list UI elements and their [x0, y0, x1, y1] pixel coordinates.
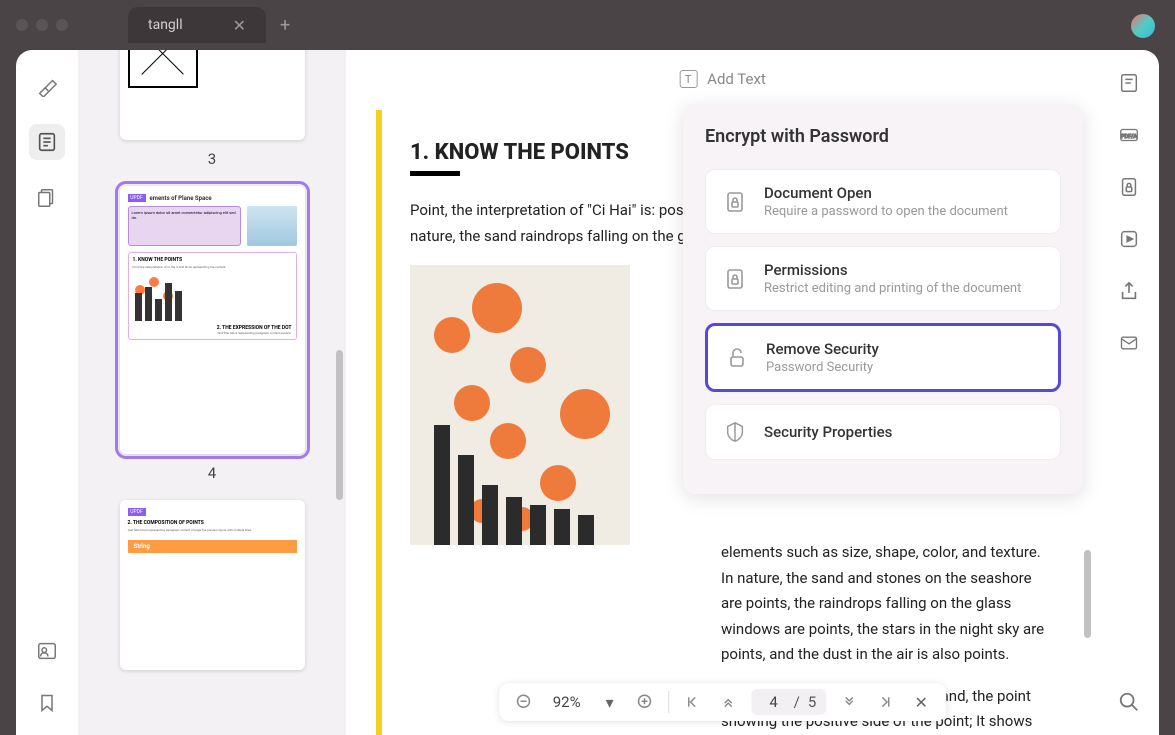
thumbnail-page-3[interactable]: Lorem ipsum dolor sit amet text block fi… [120, 50, 305, 140]
unlock-icon [724, 345, 750, 371]
document-tab[interactable]: tangll ✕ [128, 7, 266, 43]
ocr-icon[interactable] [1114, 68, 1144, 98]
option-title: Remove Security [766, 340, 1042, 358]
page-separator: / [794, 693, 800, 711]
thumbnails-tool[interactable] [29, 124, 65, 160]
first-page-button[interactable] [680, 689, 706, 715]
add-tab-button[interactable]: + [280, 15, 290, 36]
contact-tool[interactable] [29, 633, 65, 669]
svg-text:PDF/A: PDF/A [1121, 134, 1137, 140]
document-paragraph: elements such as size, shape, color, and… [721, 540, 1051, 668]
page-indicator: / 5 [752, 689, 827, 715]
lock-page-icon [722, 189, 748, 215]
zoom-dropdown[interactable]: ▾ [597, 689, 623, 715]
option-title: Permissions [764, 261, 1044, 279]
left-toolbar [16, 50, 78, 735]
permissions-option[interactable]: Permissions Restrict editing and printin… [705, 246, 1061, 311]
close-tab-icon[interactable]: ✕ [233, 16, 246, 35]
bookmark-tool[interactable] [29, 685, 65, 721]
mail-icon[interactable] [1114, 328, 1144, 358]
titlebar: tangll ✕ + [0, 0, 1175, 50]
highlighter-tool[interactable] [29, 68, 65, 104]
option-subtitle: Require a password to open the document [764, 204, 1044, 219]
search-icon[interactable] [1114, 687, 1144, 717]
pdfa-icon[interactable]: PDF/A [1114, 120, 1144, 150]
close-zoombar-button[interactable]: ✕ [908, 689, 934, 715]
thumbnail-number: 4 [208, 464, 216, 482]
user-avatar[interactable] [1131, 14, 1155, 38]
thumbnail-item[interactable]: Lorem ipsum dolor sit amet text block fi… [98, 50, 326, 168]
text-tool-icon[interactable]: T [679, 70, 697, 88]
tab-bar: tangll ✕ + [128, 7, 290, 43]
right-toolbar: PDF/A [1099, 50, 1159, 735]
close-window[interactable] [16, 19, 28, 31]
zoom-toolbar: 92% ▾ / 5 ✕ [499, 683, 947, 721]
encrypt-panel: Encrypt with Password Document Open Requ… [683, 104, 1083, 494]
page-input[interactable] [762, 693, 786, 711]
annotation-toolbar: T Add Text [679, 70, 766, 88]
option-title: Security Properties [764, 423, 1044, 441]
document-open-option[interactable]: Document Open Require a password to open… [705, 169, 1061, 234]
thumbnail-page-5[interactable]: UPDF 2. THE COMPOSITION OF POINTS Text f… [120, 500, 305, 670]
window-controls [16, 19, 68, 31]
shield-icon [722, 419, 748, 445]
add-text-button[interactable]: Add Text [707, 70, 766, 88]
next-page-button[interactable] [836, 689, 862, 715]
share-icon[interactable] [1114, 276, 1144, 306]
thumbnail-item[interactable]: UPDF 2. THE COMPOSITION OF POINTS Text f… [98, 500, 326, 670]
heading-underline [410, 171, 460, 176]
thumbnail-scrollbar[interactable] [336, 350, 343, 500]
total-pages: 5 [808, 693, 816, 711]
option-subtitle: Password Security [766, 360, 1042, 375]
panel-title: Encrypt with Password [705, 126, 1061, 147]
security-properties-option[interactable]: Security Properties [705, 404, 1061, 460]
thumbnail-page-4[interactable]: UPDF ements of Plane Space Lorem ipsum d… [120, 186, 305, 454]
thumbnail-item[interactable]: UPDF ements of Plane Space Lorem ipsum d… [98, 186, 326, 482]
main-window: Lorem ipsum dolor sit amet text block fi… [16, 50, 1159, 735]
thumbnail-panel: Lorem ipsum dolor sit amet text block fi… [78, 50, 346, 735]
prev-page-button[interactable] [716, 689, 742, 715]
option-subtitle: Restrict editing and printing of the doc… [764, 281, 1044, 296]
thumbnail-number: 3 [208, 150, 216, 168]
last-page-button[interactable] [872, 689, 898, 715]
maximize-window[interactable] [56, 19, 68, 31]
content-scrollbar[interactable] [1084, 550, 1091, 638]
security-icon[interactable] [1114, 172, 1144, 202]
zoom-out-button[interactable] [511, 689, 537, 715]
slideshow-icon[interactable] [1114, 224, 1144, 254]
zoom-level: 92% [547, 693, 587, 711]
pages-tool[interactable] [29, 180, 65, 216]
minimize-window[interactable] [36, 19, 48, 31]
option-title: Document Open [764, 184, 1044, 202]
lock-page-icon [722, 266, 748, 292]
zoom-in-button[interactable] [633, 689, 659, 715]
remove-security-option[interactable]: Remove Security Password Security [705, 323, 1061, 392]
document-illustration [410, 265, 630, 545]
tab-title: tangll [148, 17, 183, 33]
